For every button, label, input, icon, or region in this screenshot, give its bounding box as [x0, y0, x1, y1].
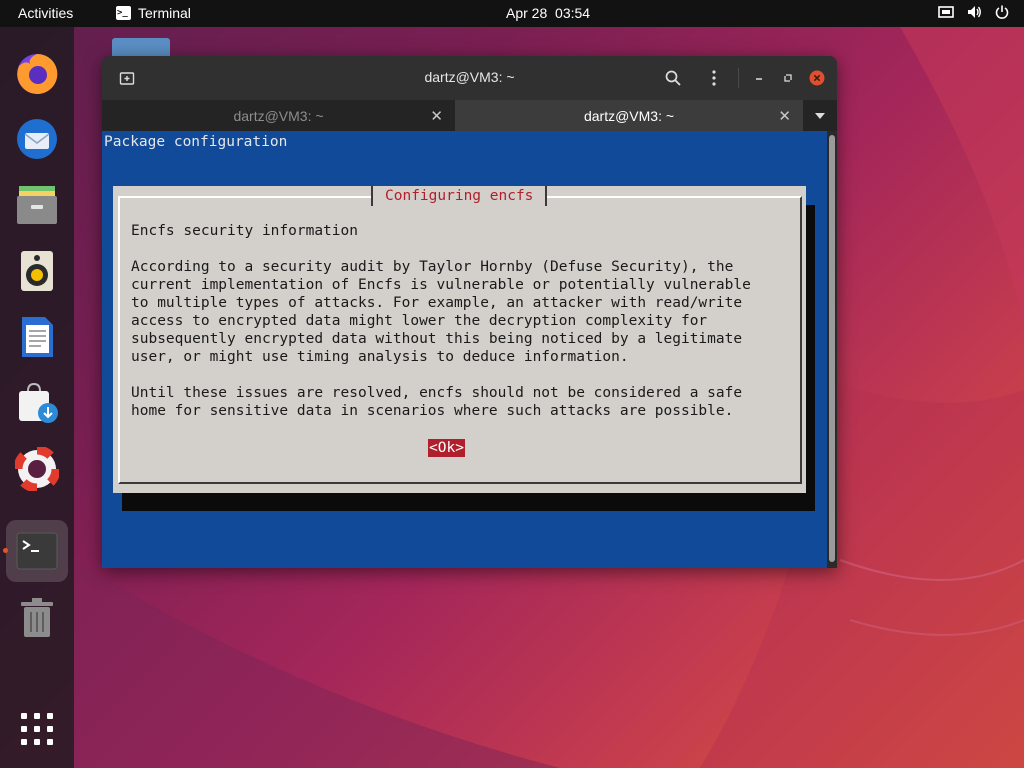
- thunderbird-icon: [17, 119, 57, 159]
- writer-icon: [22, 317, 53, 357]
- window-title: dartz@VM3: ~: [424, 69, 515, 85]
- close-icon: [809, 70, 825, 86]
- volume-icon: [966, 4, 982, 20]
- window-header[interactable]: dartz@VM3: ~: [102, 56, 837, 100]
- maximize-button[interactable]: [776, 66, 800, 90]
- firefox-icon: [17, 53, 58, 94]
- dock-software[interactable]: [6, 372, 68, 434]
- network-icon: [938, 4, 954, 20]
- dock-terminal[interactable]: [6, 520, 68, 582]
- dialog-title: Configuring encfs: [371, 186, 548, 206]
- dock-rhythmbox[interactable]: [6, 240, 68, 302]
- tab-1-close-icon[interactable]: ✕: [430, 107, 443, 125]
- minimize-icon: [756, 78, 762, 80]
- clock[interactable]: Apr 28 03:54: [506, 5, 590, 21]
- tab-1[interactable]: dartz@VM3: ~ ✕: [102, 100, 455, 131]
- running-indicator: [3, 548, 8, 553]
- dialog-paragraph-1: According to a security audit by Taylor …: [131, 259, 751, 365]
- search-button[interactable]: [661, 66, 685, 90]
- tab-bar: dartz@VM3: ~ ✕ dartz@VM3: ~ ✕: [102, 100, 837, 131]
- menu-button[interactable]: [702, 66, 726, 90]
- dock: [0, 27, 74, 768]
- tab-2[interactable]: dartz@VM3: ~ ✕: [455, 100, 803, 131]
- dock-thunderbird[interactable]: [6, 108, 68, 170]
- dock-show-apps[interactable]: [6, 698, 68, 760]
- app-menu-label: Terminal: [138, 5, 191, 21]
- terminal-content[interactable]: Package configuration Configuring encfs …: [102, 131, 837, 568]
- dock-help[interactable]: [6, 438, 68, 500]
- search-icon: [665, 70, 681, 86]
- dock-trash[interactable]: [6, 587, 68, 649]
- tab-list-button[interactable]: [803, 100, 837, 131]
- dialog-heading: Encfs security information: [131, 223, 358, 239]
- tab-2-close-icon[interactable]: ✕: [778, 107, 791, 125]
- trash-icon: [21, 598, 53, 637]
- chevron-down-icon: [815, 112, 825, 119]
- files-icon: [17, 186, 57, 224]
- help-lifebuoy-icon: [15, 447, 59, 491]
- dock-writer[interactable]: [6, 306, 68, 368]
- maximize-icon: [784, 74, 792, 82]
- config-dialog: Configuring encfs Encfs security informa…: [113, 186, 806, 493]
- system-tray[interactable]: [938, 4, 1010, 20]
- package-configuration-header: Package configuration: [104, 134, 288, 150]
- terminal-window: dartz@VM3: ~ dartz@VM3: ~ ✕ dartz@VM3: ~…: [102, 56, 837, 568]
- dialog-body: Encfs security information According to …: [131, 222, 791, 420]
- software-store-icon: [19, 382, 58, 423]
- dock-firefox[interactable]: [6, 42, 68, 104]
- tab-1-label: dartz@VM3: ~: [233, 107, 324, 124]
- terminal-icon: >_: [116, 6, 131, 20]
- power-icon: [994, 4, 1010, 20]
- activities-button[interactable]: Activities: [18, 5, 73, 21]
- desktop-folder-icon[interactable]: [112, 38, 170, 58]
- tab-2-label: dartz@VM3: ~: [583, 107, 675, 124]
- dock-files[interactable]: [6, 174, 68, 236]
- header-separator: [738, 68, 739, 88]
- app-menu[interactable]: >_ Terminal: [116, 5, 191, 21]
- top-bar: Activities >_ Terminal Apr 28 03:54: [0, 0, 1024, 27]
- ok-button[interactable]: <Ok>: [428, 439, 465, 457]
- terminal-scrollbar[interactable]: [827, 131, 837, 568]
- close-button[interactable]: [805, 66, 829, 90]
- scrollbar-thumb[interactable]: [829, 135, 835, 562]
- minimize-button[interactable]: [747, 66, 771, 90]
- kebab-menu-icon: [712, 70, 716, 86]
- terminal-icon: [16, 532, 58, 570]
- app-grid-icon: [21, 713, 53, 745]
- dialog-paragraph-2: Until these issues are resolved, encfs s…: [131, 385, 743, 419]
- rhythmbox-icon: [21, 251, 53, 291]
